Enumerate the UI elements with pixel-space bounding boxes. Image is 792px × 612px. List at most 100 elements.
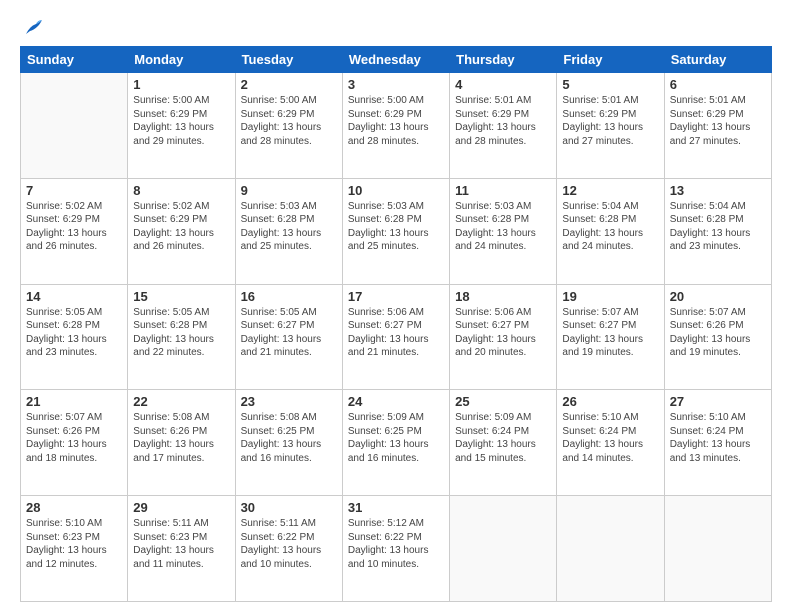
calendar-week-row: 14 Sunrise: 5:05 AM Sunset: 6:28 PM Dayli… xyxy=(21,284,772,390)
day-number: 23 xyxy=(241,394,337,409)
day-number: 24 xyxy=(348,394,444,409)
calendar-cell: 27 Sunrise: 5:10 AM Sunset: 6:24 PM Dayli… xyxy=(664,390,771,496)
cell-info: Sunrise: 5:03 AM Sunset: 6:28 PM Dayligh… xyxy=(455,200,551,254)
day-number: 31 xyxy=(348,500,444,515)
calendar-cell: 11 Sunrise: 5:03 AM Sunset: 6:28 PM Dayli… xyxy=(450,178,557,284)
calendar-cell xyxy=(450,496,557,602)
calendar-cell: 15 Sunrise: 5:05 AM Sunset: 6:28 PM Dayli… xyxy=(128,284,235,390)
day-number: 17 xyxy=(348,289,444,304)
calendar-cell: 30 Sunrise: 5:11 AM Sunset: 6:22 PM Dayli… xyxy=(235,496,342,602)
calendar-cell: 24 Sunrise: 5:09 AM Sunset: 6:25 PM Dayli… xyxy=(342,390,449,496)
cell-info: Sunrise: 5:00 AM Sunset: 6:29 PM Dayligh… xyxy=(348,94,444,148)
calendar-cell: 13Sunrise: 5:04 AM Sunset: 6:28 PM Dayli… xyxy=(664,178,771,284)
cell-info: Sunrise: 5:11 AM Sunset: 6:23 PM Dayligh… xyxy=(133,517,229,571)
day-number: 15 xyxy=(133,289,229,304)
cell-info: Sunrise: 5:05 AM Sunset: 6:28 PM Dayligh… xyxy=(26,306,122,360)
calendar-cell: 2 Sunrise: 5:00 AM Sunset: 6:29 PM Daylig… xyxy=(235,73,342,179)
calendar-cell: 20 Sunrise: 5:07 AM Sunset: 6:26 PM Dayli… xyxy=(664,284,771,390)
cell-info: Sunrise: 5:00 AM Sunset: 6:29 PM Dayligh… xyxy=(241,94,337,148)
calendar-header-tuesday: Tuesday xyxy=(235,47,342,73)
cell-info: Sunrise: 5:11 AM Sunset: 6:22 PM Dayligh… xyxy=(241,517,337,571)
calendar-cell xyxy=(21,73,128,179)
cell-info: Sunrise: 5:06 AM Sunset: 6:27 PM Dayligh… xyxy=(348,306,444,360)
day-number: 30 xyxy=(241,500,337,515)
calendar-cell xyxy=(557,496,664,602)
day-number: 22 xyxy=(133,394,229,409)
cell-info: Sunrise: 5:07 AM Sunset: 6:27 PM Dayligh… xyxy=(562,306,658,360)
logo-bird-icon xyxy=(22,16,44,38)
cell-info: Sunrise: 5:02 AM Sunset: 6:29 PM Dayligh… xyxy=(26,200,122,254)
cell-info: Sunrise: 5:08 AM Sunset: 6:25 PM Dayligh… xyxy=(241,411,337,465)
calendar-cell: 21 Sunrise: 5:07 AM Sunset: 6:26 PM Dayli… xyxy=(21,390,128,496)
day-number: 9 xyxy=(241,183,337,198)
calendar-week-row: 1 Sunrise: 5:00 AM Sunset: 6:29 PM Daylig… xyxy=(21,73,772,179)
calendar-cell: 26Sunrise: 5:10 AM Sunset: 6:24 PM Dayli… xyxy=(557,390,664,496)
day-number: 8 xyxy=(133,183,229,198)
day-number: 3 xyxy=(348,77,444,92)
logo xyxy=(20,16,44,38)
calendar-cell: 3 Sunrise: 5:00 AM Sunset: 6:29 PM Daylig… xyxy=(342,73,449,179)
day-number: 18 xyxy=(455,289,551,304)
cell-info: Sunrise: 5:05 AM Sunset: 6:28 PM Dayligh… xyxy=(133,306,229,360)
calendar-table: SundayMondayTuesdayWednesdayThursdayFrid… xyxy=(20,46,772,602)
calendar-cell: 16 Sunrise: 5:05 AM Sunset: 6:27 PM Dayli… xyxy=(235,284,342,390)
day-number: 2 xyxy=(241,77,337,92)
day-number: 4 xyxy=(455,77,551,92)
calendar-cell: 22 Sunrise: 5:08 AM Sunset: 6:26 PM Dayli… xyxy=(128,390,235,496)
day-number: 21 xyxy=(26,394,122,409)
calendar-cell: 17 Sunrise: 5:06 AM Sunset: 6:27 PM Dayli… xyxy=(342,284,449,390)
calendar-header-wednesday: Wednesday xyxy=(342,47,449,73)
day-number: 7 xyxy=(26,183,122,198)
cell-info: Sunrise: 5:03 AM Sunset: 6:28 PM Dayligh… xyxy=(241,200,337,254)
calendar-week-row: 21 Sunrise: 5:07 AM Sunset: 6:26 PM Dayli… xyxy=(21,390,772,496)
calendar-cell: 19 Sunrise: 5:07 AM Sunset: 6:27 PM Dayli… xyxy=(557,284,664,390)
calendar-cell xyxy=(664,496,771,602)
cell-info: Sunrise: 5:01 AM Sunset: 6:29 PM Dayligh… xyxy=(670,94,766,148)
day-number: 6 xyxy=(670,77,766,92)
cell-info: Sunrise: 5:04 AM Sunset: 6:28 PM Dayligh… xyxy=(562,200,658,254)
day-number: 10 xyxy=(348,183,444,198)
cell-info: Sunrise: 5:01 AM Sunset: 6:29 PM Dayligh… xyxy=(455,94,551,148)
calendar-cell: 23 Sunrise: 5:08 AM Sunset: 6:25 PM Dayli… xyxy=(235,390,342,496)
calendar-cell: 29Sunrise: 5:11 AM Sunset: 6:23 PM Dayli… xyxy=(128,496,235,602)
cell-info: Sunrise: 5:04 AM Sunset: 6:28 PM Dayligh… xyxy=(670,200,766,254)
calendar-cell: 9 Sunrise: 5:03 AM Sunset: 6:28 PM Daylig… xyxy=(235,178,342,284)
calendar-cell: 18Sunrise: 5:06 AM Sunset: 6:27 PM Dayli… xyxy=(450,284,557,390)
day-number: 19 xyxy=(562,289,658,304)
calendar-cell: 4 Sunrise: 5:01 AM Sunset: 6:29 PM Daylig… xyxy=(450,73,557,179)
cell-info: Sunrise: 5:12 AM Sunset: 6:22 PM Dayligh… xyxy=(348,517,444,571)
cell-info: Sunrise: 5:01 AM Sunset: 6:29 PM Dayligh… xyxy=(562,94,658,148)
calendar-cell: 5 Sunrise: 5:01 AM Sunset: 6:29 PM Daylig… xyxy=(557,73,664,179)
calendar-header-sunday: Sunday xyxy=(21,47,128,73)
calendar-cell: 28Sunrise: 5:10 AM Sunset: 6:23 PM Dayli… xyxy=(21,496,128,602)
day-number: 1 xyxy=(133,77,229,92)
calendar-cell: 1 Sunrise: 5:00 AM Sunset: 6:29 PM Daylig… xyxy=(128,73,235,179)
cell-info: Sunrise: 5:07 AM Sunset: 6:26 PM Dayligh… xyxy=(26,411,122,465)
calendar-cell: 6 Sunrise: 5:01 AM Sunset: 6:29 PM Daylig… xyxy=(664,73,771,179)
calendar-cell: 31 Sunrise: 5:12 AM Sunset: 6:22 PM Dayli… xyxy=(342,496,449,602)
cell-info: Sunrise: 5:08 AM Sunset: 6:26 PM Dayligh… xyxy=(133,411,229,465)
cell-info: Sunrise: 5:09 AM Sunset: 6:24 PM Dayligh… xyxy=(455,411,551,465)
cell-info: Sunrise: 5:03 AM Sunset: 6:28 PM Dayligh… xyxy=(348,200,444,254)
calendar-header-friday: Friday xyxy=(557,47,664,73)
calendar-week-row: 28Sunrise: 5:10 AM Sunset: 6:23 PM Dayli… xyxy=(21,496,772,602)
day-number: 14 xyxy=(26,289,122,304)
cell-info: Sunrise: 5:09 AM Sunset: 6:25 PM Dayligh… xyxy=(348,411,444,465)
day-number: 27 xyxy=(670,394,766,409)
day-number: 5 xyxy=(562,77,658,92)
calendar-header-row: SundayMondayTuesdayWednesdayThursdayFrid… xyxy=(21,47,772,73)
day-number: 20 xyxy=(670,289,766,304)
calendar-cell: 12Sunrise: 5:04 AM Sunset: 6:28 PM Dayli… xyxy=(557,178,664,284)
calendar-week-row: 7 Sunrise: 5:02 AM Sunset: 6:29 PM Daylig… xyxy=(21,178,772,284)
cell-info: Sunrise: 5:07 AM Sunset: 6:26 PM Dayligh… xyxy=(670,306,766,360)
cell-info: Sunrise: 5:05 AM Sunset: 6:27 PM Dayligh… xyxy=(241,306,337,360)
day-number: 28 xyxy=(26,500,122,515)
cell-info: Sunrise: 5:00 AM Sunset: 6:29 PM Dayligh… xyxy=(133,94,229,148)
day-number: 11 xyxy=(455,183,551,198)
cell-info: Sunrise: 5:10 AM Sunset: 6:24 PM Dayligh… xyxy=(670,411,766,465)
calendar-cell: 8Sunrise: 5:02 AM Sunset: 6:29 PM Daylig… xyxy=(128,178,235,284)
calendar-header-monday: Monday xyxy=(128,47,235,73)
calendar-cell: 7 Sunrise: 5:02 AM Sunset: 6:29 PM Daylig… xyxy=(21,178,128,284)
calendar-header-thursday: Thursday xyxy=(450,47,557,73)
day-number: 16 xyxy=(241,289,337,304)
